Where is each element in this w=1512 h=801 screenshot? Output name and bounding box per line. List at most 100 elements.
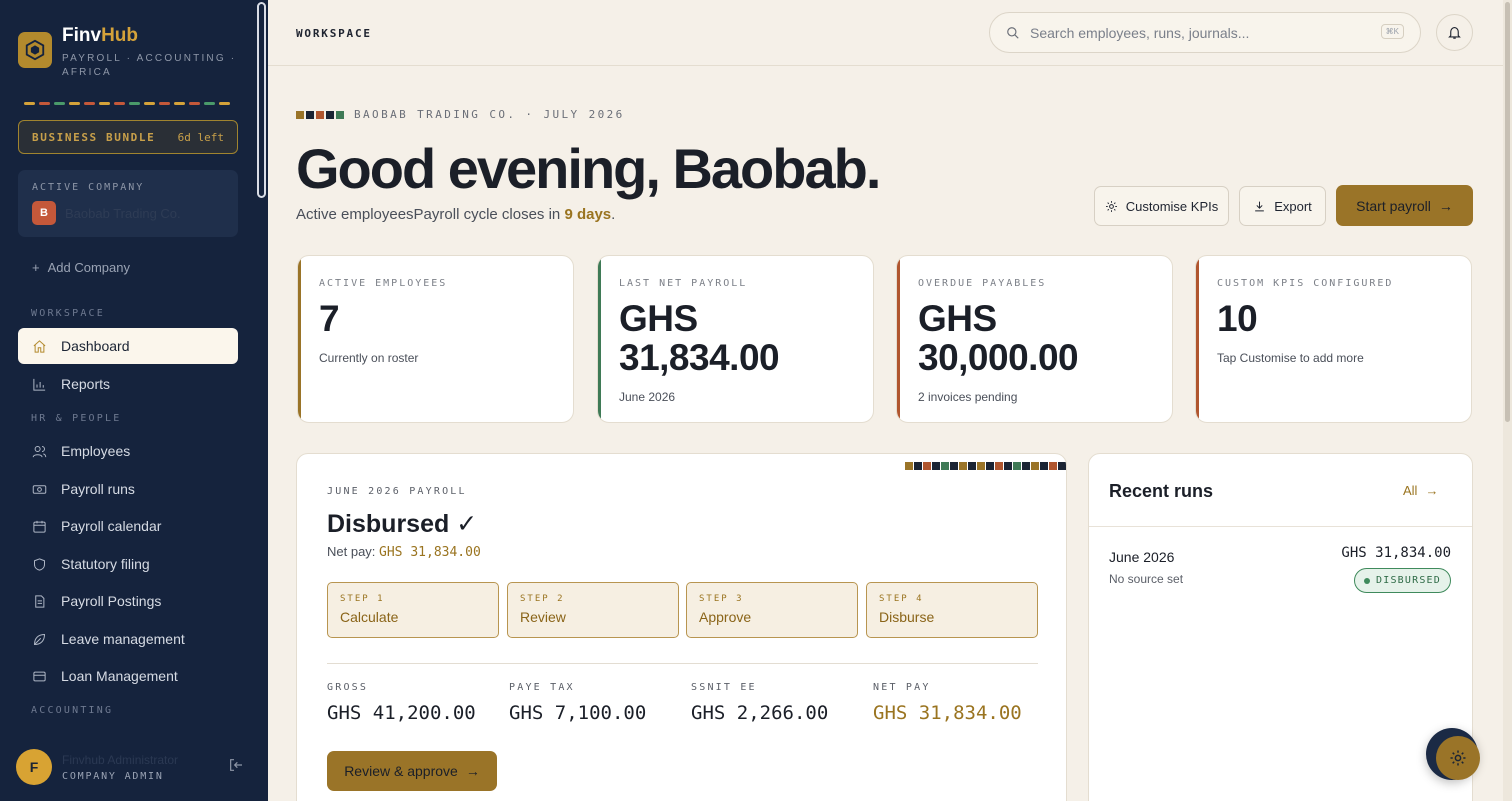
kpi-card-custom-kpis[interactable]: CUSTOM KPIS CONFIGURED 10 Tap Customise … (1195, 255, 1472, 423)
home-icon (33, 339, 46, 353)
sidebar-item-payroll-calendar[interactable]: Payroll calendar (18, 508, 238, 544)
company-avatar: B (32, 201, 56, 225)
plus-icon: + (32, 260, 40, 275)
sidebar: FinvHub PAYROLL · ACCOUNTING · AFRICA BU… (0, 0, 268, 801)
notifications-button[interactable] (1436, 14, 1473, 51)
calendar-icon (33, 520, 46, 533)
kpi-label: LAST NET PAYROLL (619, 278, 748, 289)
gear-icon (1105, 200, 1117, 212)
customise-kpis-button[interactable]: Customise KPIs (1094, 186, 1229, 226)
payroll-status-title: Disbursed ✓ (327, 510, 478, 538)
payroll-period: JUNE 2026 PAYROLL (327, 486, 467, 497)
payroll-step-approve[interactable]: STEP 3 Approve (686, 582, 858, 638)
settings-fab[interactable] (1426, 728, 1480, 780)
stat-gross: GROSS GHS 41,200.00 (327, 682, 476, 724)
bundle-days-left: 6d left (177, 130, 224, 144)
topbar: WORKSPACE ⌘K (268, 0, 1512, 66)
sidebar-item-payroll-postings[interactable]: Payroll Postings (18, 583, 238, 619)
sidebar-item-loan-management[interactable]: Loan Management (18, 658, 238, 694)
status-dot-icon (1364, 577, 1370, 584)
start-payroll-button[interactable]: Start payroll → (1336, 185, 1473, 226)
gear-icon (1450, 750, 1466, 766)
sidebar-item-leave-management[interactable]: Leave management (18, 621, 238, 657)
export-button[interactable]: Export (1239, 186, 1326, 226)
payroll-step-calculate[interactable]: STEP 1 Calculate (327, 582, 499, 638)
payroll-step-review[interactable]: STEP 2 Review (507, 582, 679, 638)
payroll-net-pay: Net pay: GHS 31,834.00 (327, 544, 481, 560)
payroll-step-disburse[interactable]: STEP 4 Disburse (866, 582, 1038, 638)
search-icon (1007, 26, 1019, 39)
search-box[interactable]: ⌘K (989, 12, 1421, 53)
divider (327, 663, 1038, 664)
kpi-value: GHS 30,000.00 (918, 298, 1079, 378)
days-remaining: 9 days (564, 206, 612, 223)
run-month[interactable]: June 2026 (1109, 549, 1174, 565)
recent-runs-card: Recent runs All → June 2026 No source se… (1088, 453, 1473, 801)
kpi-label: ACTIVE EMPLOYEES (319, 278, 448, 289)
recent-runs-title: Recent runs (1109, 481, 1214, 501)
sidebar-item-employees[interactable]: Employees (18, 433, 238, 469)
kpi-card-overdue-payables[interactable]: OVERDUE PAYABLES GHS 30,000.00 2 invoice… (896, 255, 1173, 423)
logo-icon (18, 32, 52, 68)
payroll-status-card: JUNE 2026 PAYROLL Disbursed ✓ Net pay: G… (296, 453, 1067, 801)
active-company-selector[interactable]: ACTIVE COMPANY B Baobab Trading Co. (18, 170, 238, 237)
page-scrollbar[interactable] (1503, 0, 1512, 801)
bell-icon (1448, 26, 1461, 39)
page-title: WORKSPACE (296, 27, 372, 40)
sidebar-item-statutory-filing[interactable]: Statutory filing (18, 546, 238, 582)
logout-icon[interactable] (228, 757, 244, 773)
kpi-card-active-employees[interactable]: ACTIVE EMPLOYEES 7 Currently on roster (297, 255, 574, 423)
review-approve-button[interactable]: Review & approve → (327, 751, 497, 791)
kpi-accent-bar (298, 256, 301, 422)
section-label-accounting: ACCOUNTING (31, 705, 114, 716)
shortcut-hint: ⌘K (1380, 24, 1404, 39)
kente-squares (296, 110, 344, 119)
hero-subline: Active employeesPayroll cycle closes in … (296, 206, 616, 223)
hero-eyebrow: BAOBAB TRADING CO. · JULY 2026 (296, 108, 625, 121)
run-amount: GHS 31,834.00 (1341, 545, 1451, 561)
sidebar-item-reports[interactable]: Reports (18, 366, 238, 402)
run-source: No source set (1109, 572, 1184, 586)
arrow-right-icon: → (1425, 483, 1439, 498)
document-icon (35, 594, 45, 608)
shield-icon (34, 557, 45, 571)
divider (1089, 526, 1472, 527)
active-company-label: ACTIVE COMPANY (32, 182, 145, 193)
view-all-runs-link[interactable]: All → (1403, 483, 1438, 498)
sidebar-item-payroll-runs[interactable]: Payroll runs (18, 471, 238, 507)
kpi-value: 7 (319, 298, 340, 339)
user-name: Finvhub Administrator (62, 753, 179, 767)
search-input[interactable] (1030, 24, 1370, 41)
company-name: Baobab Trading Co. (65, 205, 181, 221)
kente-squares (905, 462, 1066, 470)
stat-paye-tax: PAYE TAX GHS 7,100.00 (509, 682, 647, 724)
plan-bundle-badge[interactable]: BUSINESS BUNDLE 6d left (18, 120, 238, 154)
kpi-card-last-net-payroll[interactable]: LAST NET PAYROLL GHS 31,834.00 June 2026 (597, 255, 874, 423)
stat-net-pay: NET PAY GHS 31,834.00 (873, 682, 1022, 724)
section-label-workspace: WORKSPACE (31, 308, 105, 319)
user-avatar[interactable]: F (16, 749, 52, 785)
brand-name: FinvHub (62, 25, 138, 46)
bundle-name: BUSINESS BUNDLE (32, 130, 156, 144)
cash-icon (32, 484, 47, 494)
arrow-right-icon: → (1438, 197, 1453, 214)
download-icon (1255, 201, 1265, 211)
status-badge: DISBURSED (1354, 568, 1451, 593)
kpi-accent-bar (598, 256, 601, 422)
add-company-button[interactable]: + Add Company (32, 260, 130, 275)
kente-stripe (24, 102, 230, 105)
card-icon (33, 671, 46, 681)
kpi-accent-bar (1196, 256, 1199, 422)
brand-tagline: PAYROLL · ACCOUNTING · AFRICA (62, 53, 237, 78)
sidebar-scrollbar[interactable] (257, 2, 266, 198)
kpi-label: CUSTOM KPIS CONFIGURED (1217, 278, 1394, 289)
chart-icon (33, 378, 46, 391)
kpi-note: Currently on roster (319, 351, 419, 365)
arrow-right-icon: → (465, 763, 480, 779)
company-period: BAOBAB TRADING CO. · JULY 2026 (354, 108, 625, 121)
sidebar-item-dashboard[interactable]: Dashboard (18, 328, 238, 364)
stat-ssnit-ee: SSNIT EE GHS 2,266.00 (691, 682, 829, 724)
greeting-heading: Good evening, Baobab. (296, 137, 881, 200)
kpi-label: OVERDUE PAYABLES (918, 278, 1047, 289)
users-icon (32, 445, 47, 457)
